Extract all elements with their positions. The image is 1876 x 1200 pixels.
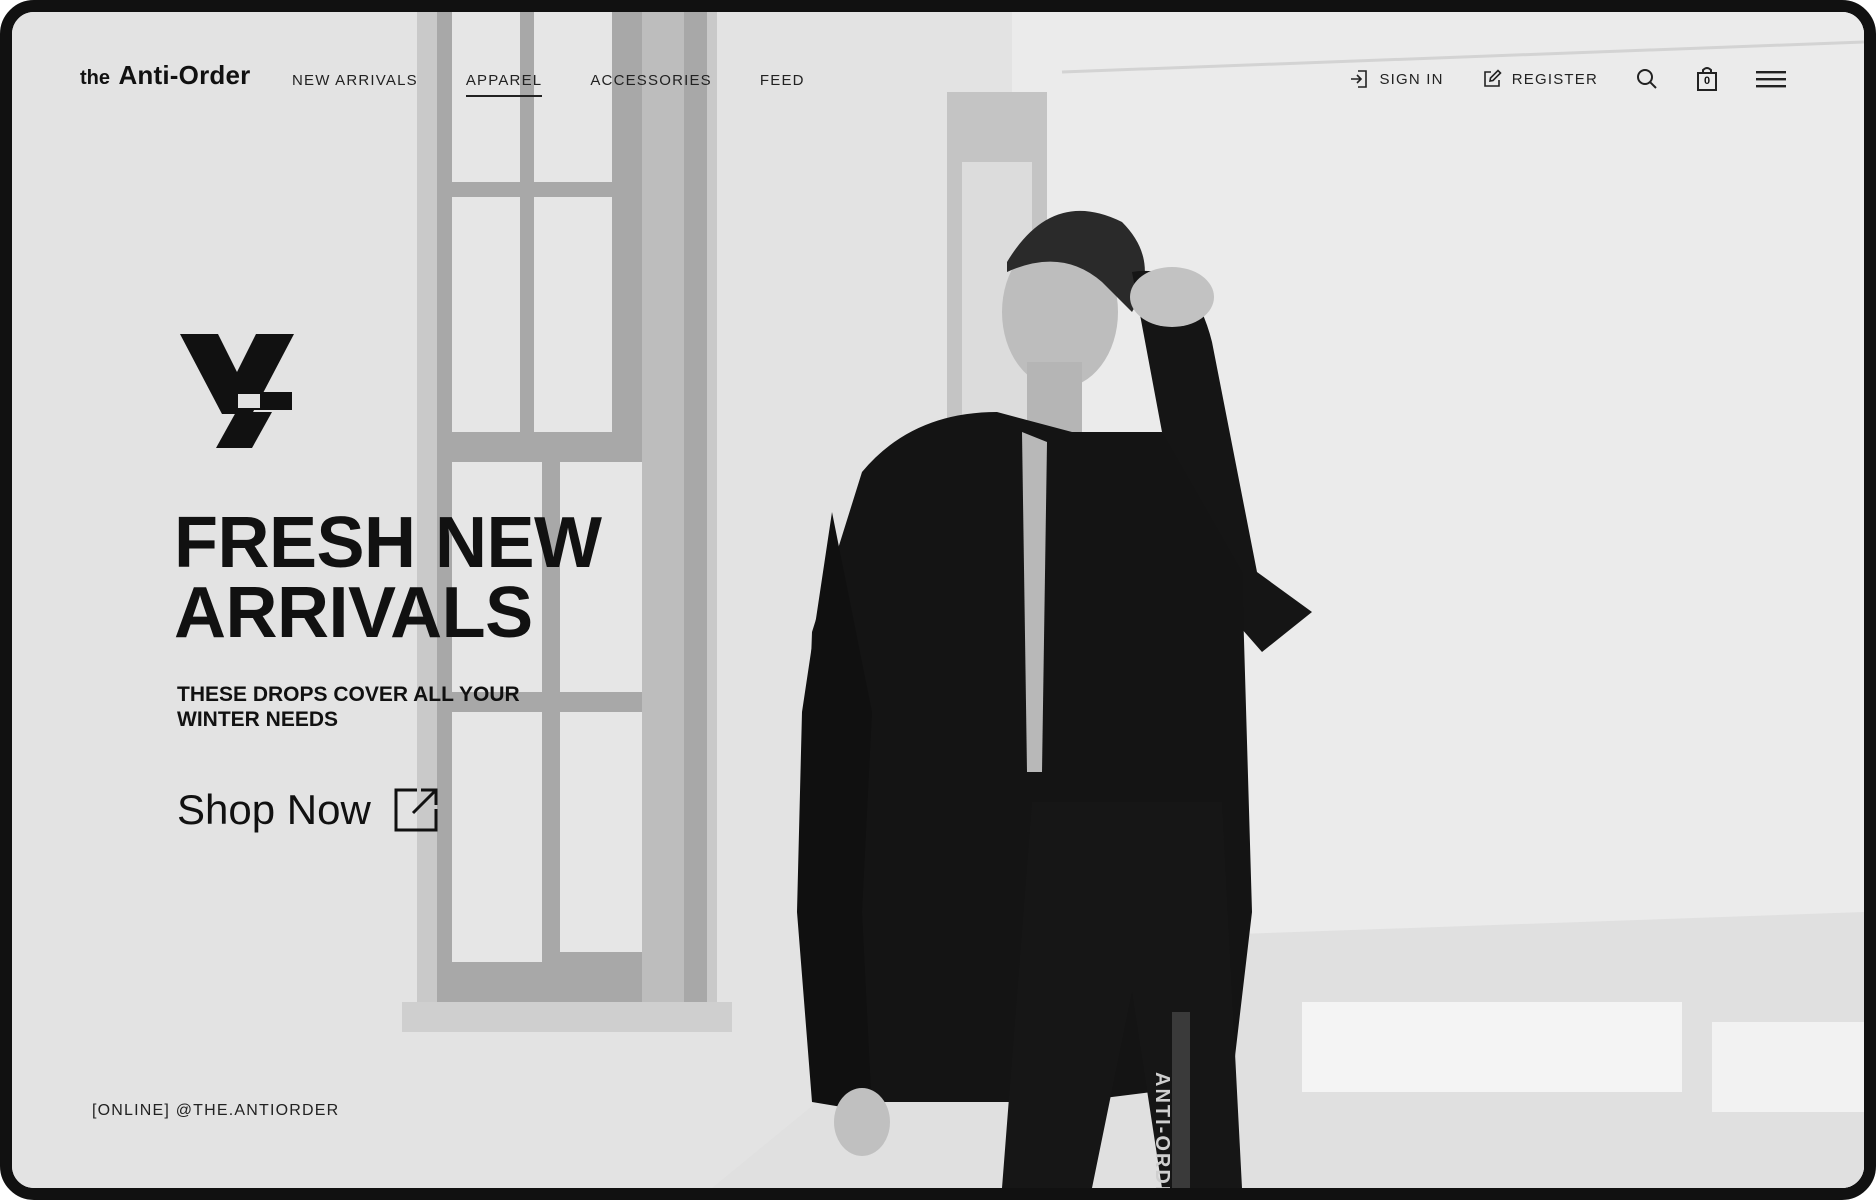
anti-order-emblem-icon bbox=[180, 334, 294, 448]
cart-button[interactable]: 0 bbox=[1696, 66, 1718, 92]
main-nav-links: NEW ARRIVALS APPAREL ACCESSORIES FEED bbox=[292, 72, 853, 97]
top-navigation: the Anti-Order NEW ARRIVALS APPAREL ACCE… bbox=[12, 12, 1864, 132]
hero-headline-line1: FRESH NEW bbox=[174, 503, 602, 583]
shop-now-button[interactable]: Shop Now bbox=[177, 786, 439, 834]
shop-now-label: Shop Now bbox=[177, 786, 371, 833]
hero-headline-line2: ARRIVALS bbox=[174, 573, 533, 653]
pants-print-text: ANTI-ORDER bbox=[1151, 1072, 1173, 1188]
sign-in-icon bbox=[1351, 70, 1368, 88]
brand-name: Anti-Order bbox=[118, 60, 251, 90]
nav-link-new-arrivals[interactable]: NEW ARRIVALS bbox=[292, 72, 418, 97]
register-link[interactable]: REGISTER bbox=[1482, 69, 1598, 89]
sign-in-link[interactable]: SIGN IN bbox=[1349, 69, 1443, 89]
hero-subheading: THESE DROPS COVER ALL YOUR WINTER NEEDS bbox=[177, 683, 520, 731]
brand-logo[interactable]: the Anti-Order bbox=[80, 60, 250, 91]
menu-button[interactable] bbox=[1756, 69, 1786, 89]
register-icon bbox=[1483, 69, 1502, 87]
search-button[interactable] bbox=[1636, 68, 1658, 90]
hero-section: the Anti-Order NEW ARRIVALS APPAREL ACCE… bbox=[12, 12, 1864, 1188]
nav-actions: SIGN IN REGISTER 0 bbox=[1349, 66, 1786, 92]
social-handle-link[interactable]: [ONLINE] @THE.ANTIORDER bbox=[92, 1102, 339, 1120]
hero-headline: FRESH NEW ARRIVALS bbox=[174, 507, 694, 649]
sign-in-label: SIGN IN bbox=[1379, 70, 1444, 88]
nav-link-accessories[interactable]: ACCESSORIES bbox=[590, 72, 712, 97]
nav-link-feed[interactable]: FEED bbox=[760, 72, 805, 97]
cart-count: 0 bbox=[1703, 75, 1711, 87]
nav-link-apparel[interactable]: APPAREL bbox=[465, 72, 543, 97]
device-frame: the Anti-Order NEW ARRIVALS APPAREL ACCE… bbox=[0, 0, 1876, 1200]
brand-prefix: the bbox=[80, 67, 110, 89]
menu-icon bbox=[1756, 71, 1786, 88]
external-link-icon bbox=[394, 788, 438, 832]
register-label: REGISTER bbox=[1511, 70, 1598, 88]
search-icon bbox=[1637, 69, 1657, 89]
